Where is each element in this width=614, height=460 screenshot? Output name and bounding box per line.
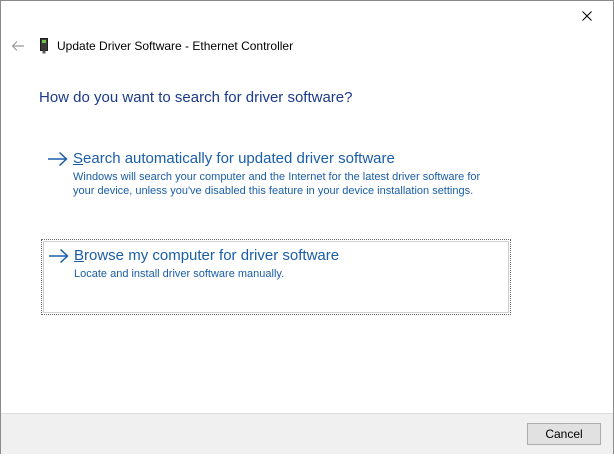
back-arrow-icon[interactable]: [9, 37, 27, 55]
right-arrow-icon: [48, 248, 70, 268]
option-title-text: earch automatically for updated driver s…: [83, 150, 395, 167]
option-title-text: rowse my computer for driver software: [84, 247, 340, 264]
option-description: Locate and install driver software manua…: [74, 268, 285, 280]
ethernet-controller-icon: [39, 38, 49, 54]
access-key: B: [74, 247, 85, 264]
window-header: Update Driver Software - Ethernet Contro…: [9, 35, 293, 57]
option-title: Browse my computer for driver software: [74, 246, 339, 266]
right-arrow-icon: [47, 151, 69, 171]
cancel-button[interactable]: Cancel: [527, 423, 601, 445]
option-text: Browse my computer for driver software L…: [74, 246, 339, 281]
search-automatically-option[interactable]: Search automatically for updated driver …: [41, 143, 511, 206]
access-key: S: [73, 150, 84, 167]
page-heading: How do you want to search for driver sof…: [39, 89, 353, 106]
close-button[interactable]: [569, 5, 605, 29]
option-title: Search automatically for updated driver …: [73, 149, 503, 169]
option-description: Windows will search your computer and th…: [73, 171, 481, 197]
close-icon: [582, 8, 592, 26]
browse-computer-option[interactable]: Browse my computer for driver software L…: [41, 239, 511, 315]
window-title: Update Driver Software - Ethernet Contro…: [57, 39, 294, 53]
update-driver-window: Update Driver Software - Ethernet Contro…: [0, 0, 614, 454]
footer-bar: Cancel: [1, 413, 613, 454]
option-text: Search automatically for updated driver …: [73, 149, 503, 198]
